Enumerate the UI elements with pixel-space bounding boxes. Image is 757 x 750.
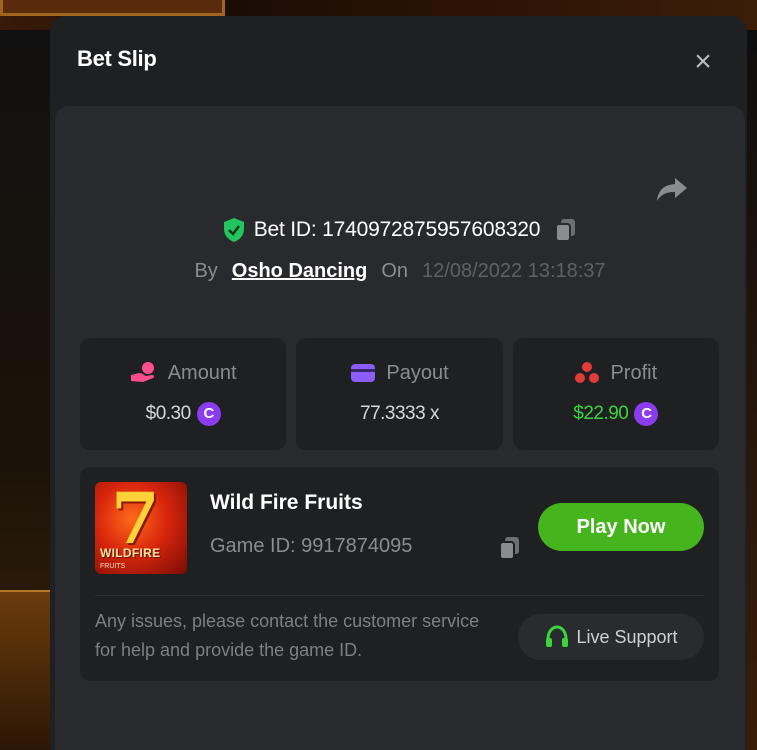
thumb-seven: 7	[111, 482, 160, 560]
play-now-button[interactable]: Play Now	[538, 503, 704, 551]
shield-check-icon	[223, 218, 244, 242]
help-text: Any issues, please contact the customer …	[95, 611, 480, 660]
bet-id: Bet ID: 1740972875957608320	[253, 218, 541, 241]
stat-amount: Amount $0.30 C	[80, 338, 287, 450]
bet-stats: Amount $0.30 C Payout 77.3333 x Profit $…	[80, 338, 719, 450]
copy-icon[interactable]	[498, 535, 522, 561]
hand-coin-icon	[130, 362, 154, 382]
stat-profit: Profit $22.90 C	[512, 338, 719, 450]
thumb-subtitle: FRUITS	[100, 563, 126, 570]
coin-icon: C	[196, 402, 221, 426]
user-link[interactable]: Osho Dancing	[232, 260, 368, 283]
stat-value: 77.3333 x	[360, 403, 439, 424]
on-label: On	[381, 259, 409, 282]
stat-value: $22.90	[573, 403, 629, 424]
game-id: Game ID: 9917874095	[210, 535, 413, 557]
live-support-label: Live Support	[576, 626, 678, 647]
stat-payout: Payout 77.3333 x	[296, 338, 503, 450]
close-icon[interactable]: ×	[690, 47, 716, 77]
by-label: By	[194, 259, 218, 282]
game-name: Wild Fire Fruits	[210, 491, 363, 514]
bet-slip-content: Bet ID: 1740972875957608320 By Osho Danc…	[55, 106, 745, 750]
bet-id-row: Bet ID: 1740972875957608320	[55, 214, 745, 246]
thumb-title: WILDFIRE	[100, 546, 161, 560]
background-game-rail	[0, 590, 55, 750]
stat-label: Amount	[167, 361, 237, 384]
stat-label: Profit	[610, 361, 658, 384]
stat-label: Payout	[386, 361, 449, 384]
divider	[95, 595, 704, 596]
modal-title: Bet Slip	[77, 46, 157, 71]
headset-icon	[546, 625, 569, 647]
game-thumbnail[interactable]: 7 WILDFIRE FRUITS	[95, 482, 187, 574]
bet-slip-modal: Bet Slip × Bet ID: 1740972875957608320 B…	[50, 16, 747, 750]
stat-value: $0.30	[145, 403, 192, 424]
wallet-card-icon	[351, 364, 376, 382]
background-game-frame	[0, 0, 225, 16]
coins-icon	[575, 362, 600, 383]
game-card: 7 WILDFIRE FRUITS Wild Fire Fruits Game …	[80, 467, 719, 681]
bet-date: 12/08/2022 13:18:37	[422, 259, 606, 282]
coin-icon: C	[634, 402, 659, 426]
live-support-button[interactable]: Live Support	[518, 614, 704, 660]
copy-icon[interactable]	[554, 217, 578, 243]
bet-author-row: By Osho Dancing On 12/08/2022 13:18:37	[55, 256, 745, 286]
share-icon[interactable]	[655, 174, 689, 204]
